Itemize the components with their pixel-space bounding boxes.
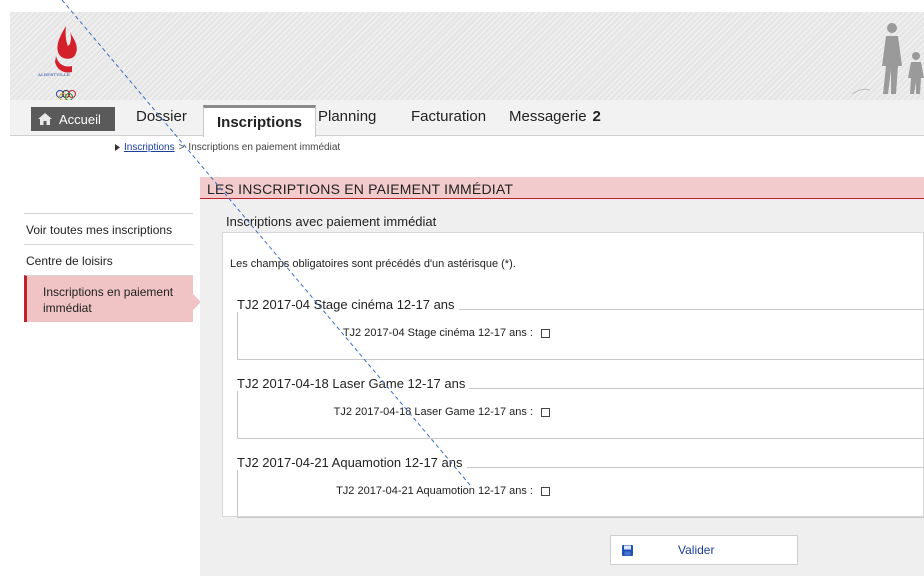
form-panel: Les champs obligatoires sont précédés d'… [222, 232, 924, 518]
nav-inscriptions[interactable]: Inscriptions [203, 105, 316, 137]
activity-title: TJ2 2017-04-21 Aquamotion 12-17 ans [237, 455, 463, 470]
activity-title: TJ2 2017-04-18 Laser Game 12-17 ans [237, 376, 466, 391]
sidebar-item-centre-loisirs[interactable]: Centre de loisirs [24, 244, 193, 275]
page-title: LES INSCRIPTIONS EN PAIEMENT IMMÉDIAT [200, 177, 924, 199]
messagerie-count-badge: 2 [592, 108, 601, 125]
activity-fieldset: TJ2 2017-04 Stage cinéma 12-17 ans TJ2 2… [237, 297, 924, 360]
breadcrumb-current: Inscriptions en paiement immédiat [188, 142, 341, 153]
save-icon [622, 544, 633, 556]
legend-rule [466, 467, 924, 468]
nav-home-button[interactable]: Accueil [31, 107, 115, 131]
activity-body: TJ2 2017-04 Stage cinéma 12-17 ans : [237, 312, 924, 360]
activity-field-label: TJ2 2017-04 Stage cinéma 12-17 ans : [342, 327, 533, 339]
activity-legend: TJ2 2017-04-21 Aquamotion 12-17 ans [237, 455, 924, 470]
legend-rule [469, 388, 924, 389]
logo-text: ALBERTVILLE [38, 72, 70, 77]
nav-dossier[interactable]: Dossier [136, 108, 187, 125]
legend-rule [458, 309, 924, 310]
activity-legend: TJ2 2017-04-18 Laser Game 12-17 ans [237, 376, 924, 391]
home-icon [38, 113, 52, 125]
nav-facturation[interactable]: Facturation [411, 108, 486, 125]
activity-fieldset: TJ2 2017-04-18 Laser Game 12-17 ans TJ2 … [237, 376, 924, 439]
breadcrumb: Inscriptions > Inscriptions en paiement … [115, 142, 340, 153]
nav-messagerie[interactable]: Messagerie 2 [509, 108, 601, 125]
activity-legend: TJ2 2017-04 Stage cinéma 12-17 ans [237, 297, 924, 312]
family-silhouettes-icon [851, 23, 924, 95]
activity-body: TJ2 2017-04-18 Laser Game 12-17 ans : [237, 391, 924, 439]
header-banner: ALBERTVILLE [10, 12, 924, 100]
caret-right-icon [115, 144, 120, 151]
validate-button[interactable]: Valider [610, 535, 798, 565]
required-fields-note: Les champs obligatoires sont précédés d'… [230, 258, 516, 270]
left-margin [0, 0, 10, 576]
section-title: Inscriptions avec paiement immédiat [226, 214, 437, 229]
activity-body: TJ2 2017-04-21 Aquamotion 12-17 ans : [237, 470, 924, 518]
nav-planning[interactable]: Planning [318, 108, 376, 125]
breadcrumb-inscriptions-link[interactable]: Inscriptions [124, 142, 175, 153]
activity-checkbox[interactable] [541, 486, 550, 496]
albertville-logo-icon [55, 26, 77, 100]
activity-field-row: TJ2 2017-04-21 Aquamotion 12-17 ans : [238, 485, 550, 497]
activity-title: TJ2 2017-04 Stage cinéma 12-17 ans [237, 297, 455, 312]
main-content: LES INSCRIPTIONS EN PAIEMENT IMMÉDIAT In… [200, 177, 924, 576]
activity-field-row: TJ2 2017-04 Stage cinéma 12-17 ans : [238, 327, 550, 339]
sidebar-item-paiement-immediat[interactable]: Inscriptions en paiement immédiat [24, 275, 201, 322]
activity-field-label: TJ2 2017-04-21 Aquamotion 12-17 ans : [336, 485, 533, 497]
activity-checkbox[interactable] [541, 328, 550, 338]
activity-field-label: TJ2 2017-04-18 Laser Game 12-17 ans : [333, 406, 533, 418]
validate-label: Valider [678, 543, 715, 557]
nav-messagerie-label: Messagerie [509, 108, 587, 125]
activity-field-row: TJ2 2017-04-18 Laser Game 12-17 ans : [238, 406, 550, 418]
sidebar-menu: Voir toutes mes inscriptions Centre de l… [24, 213, 201, 322]
breadcrumb-separator: > [178, 142, 185, 153]
nav-home-label: Accueil [59, 111, 101, 127]
activity-checkbox[interactable] [541, 407, 550, 417]
sidebar-item-all-inscriptions[interactable]: Voir toutes mes inscriptions [24, 213, 193, 244]
main-navigation: Accueil Dossier Inscriptions Planning Fa… [10, 100, 924, 137]
activity-fieldset: TJ2 2017-04-21 Aquamotion 12-17 ans TJ2 … [237, 455, 924, 518]
